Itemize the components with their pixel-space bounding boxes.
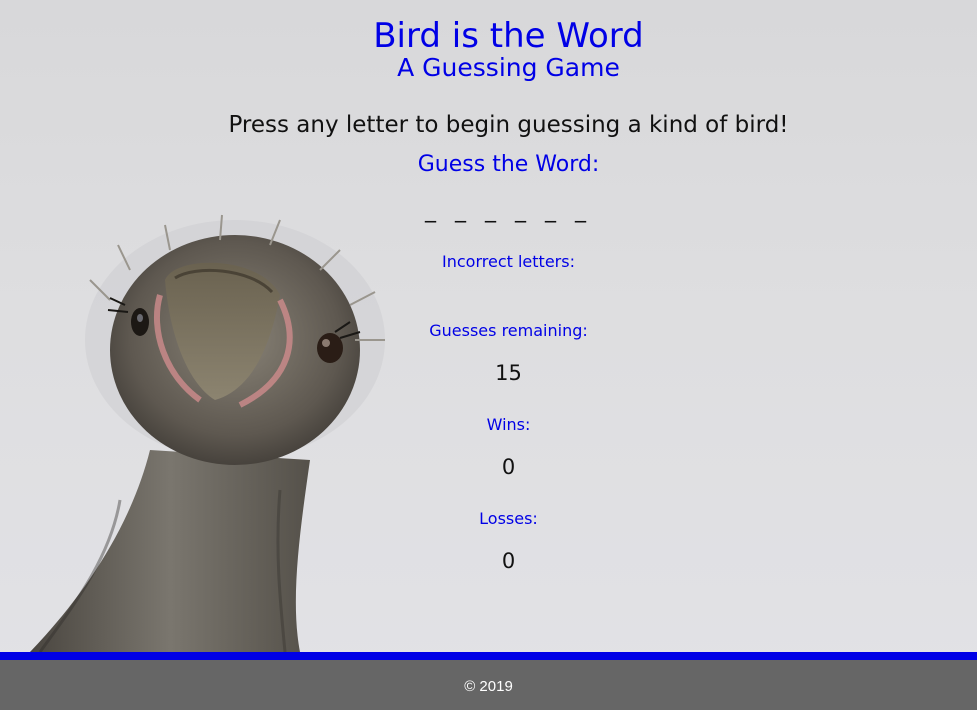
incorrect-letters-label: Incorrect letters: (442, 252, 575, 271)
page-subtitle: A Guessing Game (397, 53, 620, 82)
losses-label: Losses: (479, 509, 538, 528)
copyright-text: © 2019 (464, 678, 513, 695)
wins-value: 0 (501, 455, 516, 479)
guesses-remaining-label: Guesses remaining: (429, 321, 588, 340)
instructions-text: Press any letter to begin guessing a kin… (228, 112, 789, 138)
word-blanks-display: _ _ _ _ _ _ (425, 198, 592, 223)
page-title: Bird is the Word (373, 16, 644, 56)
guesses-remaining-value: 15 (495, 361, 522, 385)
guess-word-heading: Guess the Word: (417, 152, 600, 177)
losses-value: 0 (501, 549, 516, 573)
footer: © 2019 (0, 660, 977, 710)
wins-label: Wins: (486, 415, 531, 434)
footer-accent-bar (0, 652, 977, 660)
